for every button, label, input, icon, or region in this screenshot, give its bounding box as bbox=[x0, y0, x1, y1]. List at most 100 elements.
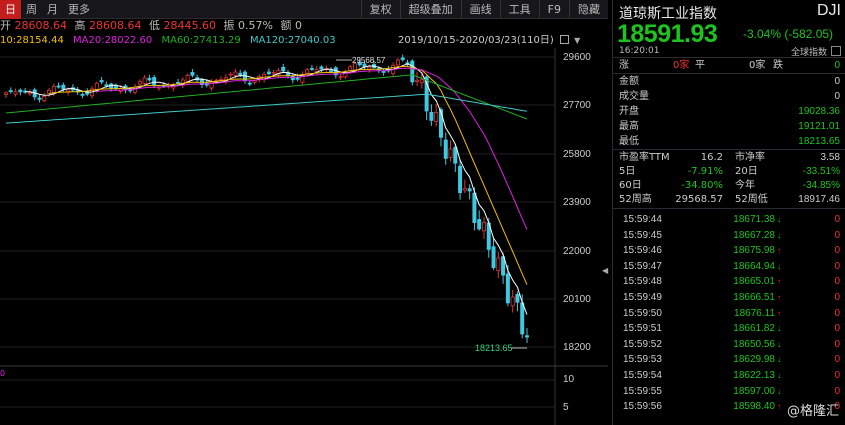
menu-tools[interactable]: 工具 bbox=[499, 0, 539, 19]
candle-body bbox=[458, 165, 463, 193]
tick-volume: 0 bbox=[834, 292, 840, 303]
candle-body bbox=[510, 296, 515, 307]
arrow-down-icon: ↓ bbox=[777, 386, 781, 396]
stat-row: 60日 -34.80% 今年 -34.85% bbox=[613, 179, 845, 192]
amt-label: 额 bbox=[280, 19, 292, 32]
tick-row: 15:59:53 18629.98 ↓ 0 bbox=[613, 352, 845, 368]
tick-volume: 0 bbox=[834, 229, 840, 241]
tick-row: 15:59:54 18622.13 ↓ 0 bbox=[613, 368, 845, 384]
candle-body bbox=[152, 77, 157, 86]
candle-body bbox=[252, 80, 257, 83]
tick-price-value: 18664.94 bbox=[733, 260, 775, 272]
candle-body bbox=[305, 69, 310, 74]
ma60-line bbox=[5, 74, 528, 120]
tick-row: 15:59:49 18666.51 ↑ 0 bbox=[613, 290, 845, 306]
tick-volume: 0 bbox=[834, 260, 840, 272]
tick-price: 18675.98 ↑ bbox=[705, 243, 781, 259]
stat-label: 52周高 bbox=[619, 194, 652, 205]
candle-body bbox=[434, 112, 439, 122]
menu-draw[interactable]: 画线 bbox=[460, 0, 500, 19]
tick-time: 15:59:45 bbox=[623, 229, 662, 241]
tick-volume: 0 bbox=[834, 354, 840, 366]
row-value: 0 bbox=[834, 91, 840, 102]
menu-overlay[interactable]: 超级叠加 bbox=[399, 0, 461, 19]
tick-volume: 0 bbox=[834, 307, 840, 319]
arrow-down-icon: ↓ bbox=[777, 230, 781, 240]
menu-adjust[interactable]: 复权 bbox=[360, 0, 400, 19]
flat-label: 平 bbox=[695, 60, 705, 71]
candle-body bbox=[233, 71, 238, 76]
y-label-27700: 27700 bbox=[563, 100, 591, 111]
candle-body bbox=[94, 82, 99, 91]
last-price: 18591.93 bbox=[617, 20, 718, 48]
calendar-icon[interactable] bbox=[559, 35, 569, 44]
chevron-down-icon[interactable]: ▼ bbox=[574, 36, 580, 45]
tab-day[interactable]: 日 bbox=[0, 0, 21, 19]
candle-body bbox=[228, 73, 233, 76]
candle-body bbox=[467, 188, 472, 192]
arrow-down-icon: ↓ bbox=[777, 371, 781, 380]
tick-time: 15:59:56 bbox=[623, 401, 662, 413]
arrow-up-icon: ↑ bbox=[777, 308, 781, 318]
arrow-up-icon: ↑ bbox=[777, 246, 781, 256]
tab-month[interactable]: 月 bbox=[42, 0, 63, 19]
tick-price: 18597.00 ↓ bbox=[705, 384, 781, 400]
low-label: 低 bbox=[149, 19, 160, 32]
tick-price-value: 18650.56 bbox=[733, 338, 775, 350]
candle-body bbox=[80, 93, 85, 96]
tick-price-value: 18676.11 bbox=[734, 307, 775, 319]
tab-more[interactable]: 更多 bbox=[63, 0, 95, 19]
amp-label: 振 bbox=[223, 19, 235, 32]
candle-body bbox=[4, 92, 9, 95]
candle-body bbox=[37, 97, 42, 100]
row-value: 19121.01 bbox=[798, 121, 840, 132]
tick-time: 15:59:47 bbox=[623, 260, 662, 272]
row-label: 最高 bbox=[619, 121, 639, 132]
index-code: DJI bbox=[817, 2, 841, 19]
menu-f9[interactable]: F9 bbox=[538, 0, 569, 19]
y-label-22000: 22000 bbox=[563, 246, 591, 257]
tick-time: 15:59:50 bbox=[623, 307, 662, 319]
arrow-down-icon: ↓ bbox=[777, 355, 781, 365]
tick-price: 18650.56 ↓ bbox=[705, 337, 781, 353]
y-label-18200: 18200 bbox=[563, 342, 591, 353]
candle-body bbox=[51, 86, 56, 94]
tick-row: 15:59:48 18665.01 ↑ 0 bbox=[613, 274, 845, 290]
stat-value: -33.51% bbox=[802, 166, 840, 177]
candle-body bbox=[472, 192, 477, 223]
stat-value: -7.91% bbox=[687, 166, 723, 177]
tick-price: 18671.38 ↓ bbox=[705, 212, 781, 228]
tick-price: 18629.98 ↓ bbox=[705, 352, 781, 368]
candle-body bbox=[266, 71, 271, 75]
candle-body bbox=[190, 72, 195, 76]
tick-time: 15:59:51 bbox=[623, 323, 662, 335]
stat-row: 52周高 29568.57 52周低 18917.46 bbox=[613, 193, 845, 206]
tick-price-value: 18665.01 bbox=[733, 276, 775, 288]
candle-body bbox=[142, 77, 147, 84]
price-change: -3.04% (-582.05) bbox=[743, 27, 834, 41]
tick-volume: 0 bbox=[834, 214, 840, 225]
expand-icon[interactable] bbox=[831, 46, 841, 56]
tick-volume: 0 bbox=[834, 276, 840, 288]
tick-price: 18676.11 ↑ bbox=[705, 306, 781, 322]
candle-body bbox=[453, 146, 458, 164]
stat-label: 52周低 bbox=[735, 194, 768, 205]
tick-row: 15:59:55 18597.00 ↓ 0 bbox=[613, 384, 845, 400]
candle-body bbox=[8, 90, 13, 92]
tick-price-value: 18597.00 bbox=[733, 385, 775, 397]
chart-toolbar: 日周月更多 复权 超级叠加 画线 工具 F9 隐藏 bbox=[0, 0, 608, 19]
up-label: 涨 bbox=[619, 60, 629, 71]
tab-week[interactable]: 周 bbox=[21, 0, 42, 19]
arrow-up-icon: ↑ bbox=[777, 277, 781, 287]
tick-row: 15:59:44 18671.38 ↓ 0 bbox=[613, 212, 845, 228]
ma120-line bbox=[5, 93, 528, 124]
candle-body bbox=[185, 75, 190, 83]
toolbar-menu: 复权 超级叠加 画线 工具 F9 隐藏 bbox=[360, 0, 608, 19]
menu-hide[interactable]: 隐藏 bbox=[569, 0, 608, 19]
scroll-arrow-icon[interactable]: ◀ bbox=[602, 266, 608, 275]
candle-body bbox=[281, 66, 286, 72]
quote-panel: 道琼斯工业指数 DJI 18591.93 -3.04% (-582.05) 16… bbox=[612, 0, 845, 425]
candle-body bbox=[147, 77, 152, 81]
arrow-down-icon: ↓ bbox=[777, 261, 781, 271]
row-value: 18213.65 bbox=[798, 136, 840, 147]
